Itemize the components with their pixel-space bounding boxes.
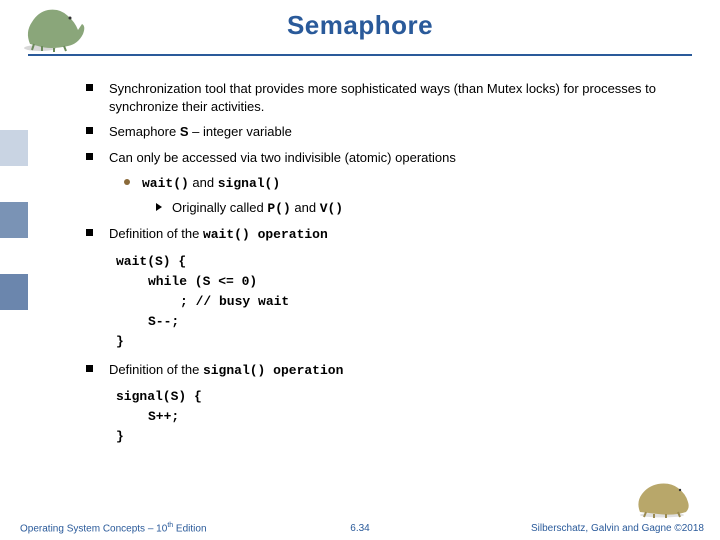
bullet-item: Can only be accessed via two indivisible… [86,149,660,167]
title-underline [28,54,692,56]
bullet-text: Definition of the wait() operation [109,225,328,244]
sub-sub-bullet-item: Originally called P() and V() [156,199,660,218]
square-bullet-icon [86,229,93,236]
square-bullet-icon [86,84,93,91]
bullet-item: Definition of the signal() operation [86,361,660,380]
bullet-item: Semaphore S – integer variable [86,123,660,141]
triangle-bullet-icon [156,203,162,211]
footer-copyright: Silberschatz, Galvin and Gagne ©2018 [531,523,704,534]
bullet-item: Synchronization tool that provides more … [86,80,660,115]
square-bullet-icon [86,153,93,160]
sub-bullet-text: wait() and signal() [142,174,280,193]
bullet-item: Definition of the wait() operation [86,225,660,244]
sub-bullet-item: wait() and signal() [124,174,660,193]
square-bullet-icon [86,127,93,134]
code-block-signal: signal(S) { S++; } [116,387,660,447]
slide-header: Semaphore [0,0,720,58]
square-bullet-icon [86,365,93,372]
sub-sub-bullet-text: Originally called P() and V() [172,199,343,218]
code-block-wait: wait(S) { while (S <= 0) ; // busy wait … [116,252,660,353]
dot-bullet-icon [124,179,130,185]
bullet-text: Semaphore S – integer variable [109,123,292,141]
side-color-bar [0,130,28,346]
bullet-text: Can only be accessed via two indivisible… [109,149,456,167]
bullet-text: Synchronization tool that provides more … [109,80,660,115]
slide-body: Synchronization tool that provides more … [0,58,720,448]
slide-footer: Operating System Concepts – 10th Edition… [0,522,720,534]
dinosaur-icon [634,478,696,518]
slide-title: Semaphore [0,6,720,41]
footer-page-number: 6.34 [350,523,369,534]
dinosaur-icon [20,4,90,52]
footer-left: Operating System Concepts – 10th Edition [20,522,207,534]
bullet-text: Definition of the signal() operation [109,361,343,380]
